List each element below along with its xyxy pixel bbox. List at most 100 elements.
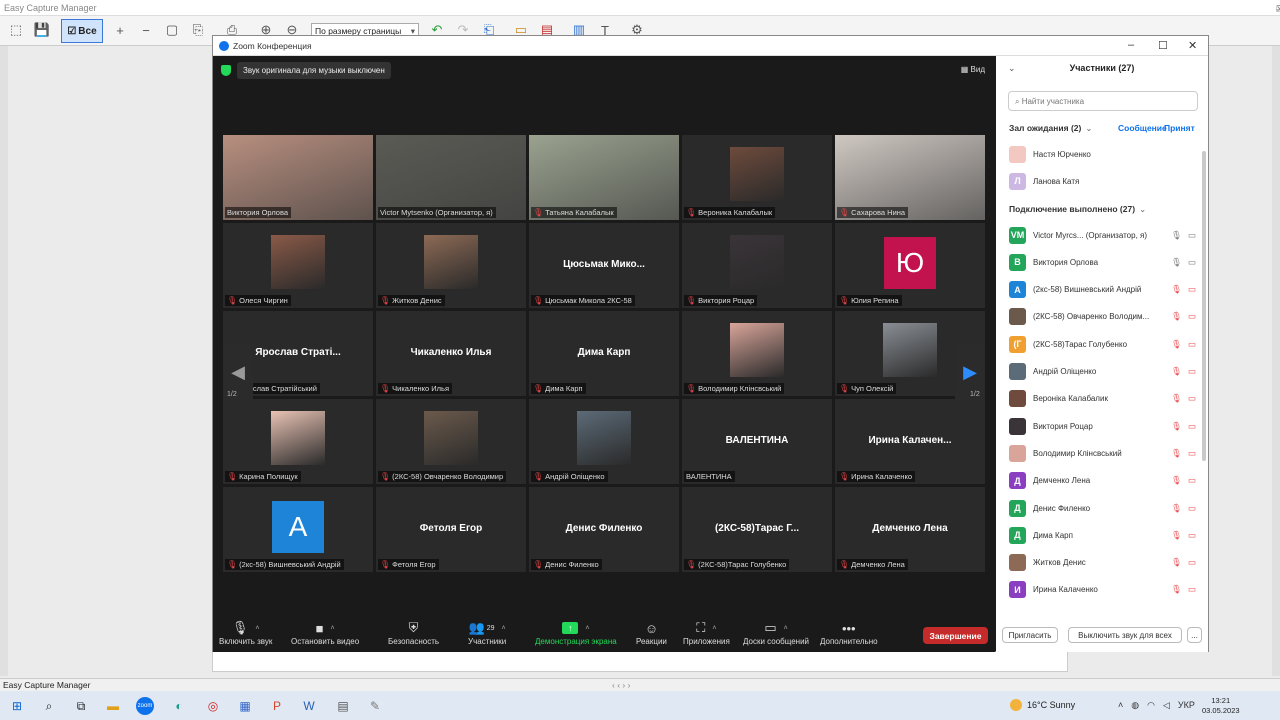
video-tile[interactable]: Victor Mytsenko (Организатор, я) [376, 135, 526, 220]
video-tile[interactable]: А 🎙 (2кс-58) Вишневський Андрій [223, 487, 373, 572]
page-settings-icon[interactable]: ⎘ [188, 20, 208, 40]
mic-muted-icon[interactable]: 🎙 [1171, 557, 1182, 568]
share-screen-toolbar-button[interactable]: ↑ ˄ Демонстрация экрана [535, 619, 617, 646]
weather-widget[interactable]: 16°C Sunny [1010, 699, 1075, 711]
shield-toolbar-button[interactable]: ⛨ Безопасность [388, 619, 439, 646]
video-tile[interactable]: Ю 🎙 Юлия Репина [835, 223, 985, 308]
video-icon[interactable]: ▭ [1188, 257, 1196, 268]
reaction-toolbar-button[interactable]: ☺ Реакции [636, 619, 667, 647]
waiting-participant-row[interactable]: Настя Юрченко [1009, 145, 1196, 163]
mic-muted-icon[interactable]: 🎙 [1171, 448, 1182, 459]
participant-search-input[interactable]: ⌕ Найти участника [1008, 91, 1198, 111]
participant-row[interactable]: Виктория Роцар 🎙 ▭ [1009, 417, 1196, 435]
participant-row[interactable]: Д Денис Филенко 🎙 ▭ [1009, 499, 1196, 517]
zoom-maximize-button[interactable]: ☐ [1158, 39, 1168, 52]
participant-row[interactable]: (Г (2КС-58)Тарас Голубенко 🎙 ▭ [1009, 335, 1196, 353]
participants-scrollbar[interactable] [1202, 151, 1206, 461]
video-tile[interactable]: Денис Филенко 🎙 Денис Филенко [529, 487, 679, 572]
caret-up-icon[interactable]: ˄ [255, 625, 259, 632]
mic-muted-icon[interactable]: 🎙 [1171, 284, 1182, 295]
participant-row[interactable]: Володимир Клінсвський 🎙 ▭ [1009, 444, 1196, 462]
participant-row[interactable]: И Ирина Калаченко 🎙 ▭ [1009, 581, 1196, 599]
page-scroll-indicator[interactable]: ‹ ‹ › › [612, 680, 630, 690]
language-indicator[interactable]: УКР [1178, 700, 1195, 711]
video-tile[interactable]: 🎙 Житков Денис [376, 223, 526, 308]
opera-icon[interactable]: ◎ [204, 697, 222, 715]
video-tile[interactable]: 🎙 Вероника Калабалык [682, 135, 832, 220]
video-tile[interactable]: Фетоля Егор 🎙 Фетоля Егор [376, 487, 526, 572]
video-tile[interactable]: ВАЛЕНТИНА ВАЛЕНТИНА [682, 399, 832, 484]
page-icon[interactable]: ▢ [162, 20, 182, 40]
video-off-icon[interactable]: ▭ [1188, 503, 1196, 514]
video-tile[interactable]: 🎙 Татьяна Калабалык [529, 135, 679, 220]
video-off-icon[interactable]: ▭ [1188, 584, 1196, 595]
edge-icon[interactable]: ◐ [170, 697, 188, 715]
waiting-participant-row[interactable]: Л Ланова Катя [1009, 172, 1196, 190]
mic-muted-icon[interactable]: 🎙 [1171, 503, 1182, 514]
mic-muted-icon[interactable]: 🎙 [1171, 311, 1182, 322]
video-off-icon[interactable]: ▭ [1188, 311, 1196, 322]
mute-all-button[interactable]: Выключить звук для всех [1068, 627, 1182, 643]
video-tile[interactable]: Демченко Лена 🎙 Демченко Лена [835, 487, 985, 572]
video-icon[interactable]: ▭ [1188, 230, 1196, 241]
participant-row[interactable]: Житков Денис 🎙 ▭ [1009, 554, 1196, 572]
save-icon[interactable]: 💾 [32, 20, 52, 40]
mic-muted-icon[interactable]: 🎙 [1171, 530, 1182, 541]
participant-row[interactable]: (2КС-58) Овчаренко Володим... 🎙 ▭ [1009, 308, 1196, 326]
powerpoint-icon[interactable]: P [268, 697, 286, 715]
view-button[interactable]: ▦ Вид [961, 65, 985, 74]
participant-row[interactable]: VM Victor Myrcs... (Организатор, я) 🎙 ▭ [1009, 226, 1196, 244]
store-icon[interactable]: ▦ [236, 697, 254, 715]
video-off-icon[interactable]: ▭ [1188, 339, 1196, 350]
network-icon[interactable]: ◍ [1131, 700, 1139, 711]
video-tile[interactable]: Ирина Калачен... 🎙 Ирина Калаченко [835, 399, 985, 484]
participant-row[interactable]: В Виктория Орлова 🎙 ▭ [1009, 253, 1196, 271]
caret-up-icon[interactable]: ˄ [330, 625, 334, 632]
participant-row[interactable]: А (2кс-58) Вишневський Андрій 🎙 ▭ [1009, 281, 1196, 299]
video-tile[interactable]: Чикаленко Илья 🎙 Чикаленко Илья [376, 311, 526, 396]
video-off-icon[interactable]: ▭ [1188, 530, 1196, 541]
file-explorer-icon[interactable]: ▬ [104, 697, 122, 715]
video-toolbar-button[interactable]: ■ ˄ Остановить видео [291, 619, 359, 647]
mic-muted-icon[interactable]: 🎙 [1171, 475, 1182, 486]
zoom-minimize-button[interactable]: – [1128, 39, 1134, 51]
mic-muted-icon[interactable]: 🎙 [1171, 393, 1182, 404]
mic-muted-icon[interactable]: 🎙 [1171, 421, 1182, 432]
video-off-icon[interactable]: ▭ [1188, 366, 1196, 377]
select-all-button[interactable]: ☑ Все [61, 19, 103, 43]
mic-muted-icon[interactable]: 🎙 [1171, 366, 1182, 377]
add-icon[interactable]: + [110, 20, 130, 40]
video-off-icon[interactable]: ▭ [1188, 284, 1196, 295]
video-tile[interactable]: 🎙 Володимир Клінсвський [682, 311, 832, 396]
video-off-icon[interactable]: ▭ [1188, 475, 1196, 486]
more-options-button[interactable]: ... [1187, 627, 1202, 643]
video-tile[interactable]: Виктория Орлова [223, 135, 373, 220]
participants-toolbar-button[interactable]: 👥 29 ˄ Участники [468, 619, 506, 646]
video-tile[interactable]: 🎙 Карина Полищук [223, 399, 373, 484]
video-tile[interactable]: Цюсьмак Мико... 🎙 Цюсьмак Микола 2КС-58 [529, 223, 679, 308]
microphone-icon[interactable]: 🎙 [1171, 230, 1182, 241]
invite-button[interactable]: Пригласить [1002, 627, 1058, 643]
apps-toolbar-button[interactable]: ⛶ ˄ Приложения [683, 619, 730, 646]
caret-up-icon[interactable]: ˄ [585, 625, 589, 632]
caret-up-icon[interactable]: ˄ [502, 625, 506, 632]
mic-muted-icon[interactable]: 🎙 [1171, 339, 1182, 350]
select-region-icon[interactable]: ⬚ [6, 20, 26, 40]
wifi-icon[interactable]: ◠ [1147, 700, 1155, 711]
capture-close-button[interactable]: ✕ [1276, 4, 1280, 15]
end-meeting-button[interactable]: Завершение [923, 627, 988, 644]
whiteboard-toolbar-button[interactable]: ▭ ˄ Доски сообщений [743, 619, 809, 646]
caret-up-icon[interactable]: ˄ [784, 625, 788, 632]
video-tile[interactable]: 🎙 Олеся Чиргин [223, 223, 373, 308]
video-off-icon[interactable]: ▭ [1188, 557, 1196, 568]
chevron-up-icon[interactable]: ˄ [1118, 700, 1123, 711]
volume-icon[interactable]: ◁ [1163, 700, 1170, 711]
search-icon[interactable]: ⌕ [40, 697, 58, 715]
video-off-icon[interactable]: ▭ [1188, 421, 1196, 432]
video-tile[interactable]: (2КС-58)Тарас Г... 🎙 (2КС-58)Тарас Голубен… [682, 487, 832, 572]
word-icon[interactable]: W [300, 697, 318, 715]
microphone-icon[interactable]: 🎙 [1171, 257, 1182, 268]
zoom-app-icon[interactable]: zoom [136, 697, 154, 715]
connected-header[interactable]: Подключение выполнено (27) ⌄ [1009, 204, 1146, 215]
clock[interactable]: 13:21 03.05.2023 [1202, 696, 1240, 716]
